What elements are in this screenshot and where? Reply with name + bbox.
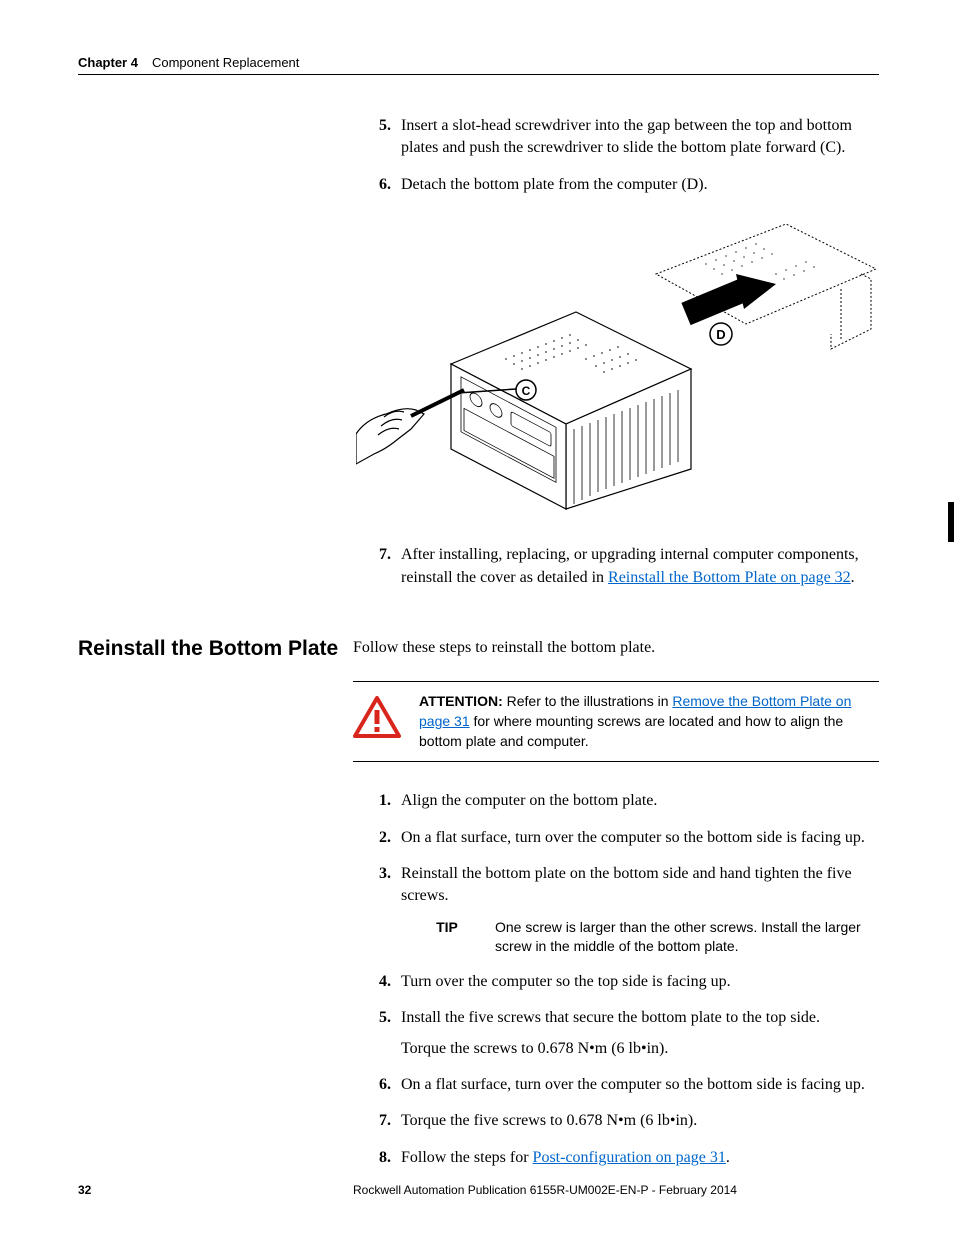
list-item: 7. After installing, replacing, or upgra… <box>353 544 879 589</box>
step-text-post: . <box>851 569 855 586</box>
list-item: 5. Insert a slot-head screwdriver into t… <box>353 115 879 160</box>
step-body: On a flat surface, turn over the compute… <box>401 827 879 849</box>
step-number: 1. <box>353 790 401 812</box>
list-item: 2. On a flat surface, turn over the comp… <box>353 827 879 849</box>
step-body: Turn over the computer so the top side i… <box>401 971 879 993</box>
list-item: 5. Install the five screws that secure t… <box>353 1007 879 1060</box>
computer-diagram-icon: D <box>356 214 876 514</box>
chapter-label: Chapter 4 <box>78 55 138 70</box>
tip-body: One screw is larger than the other screw… <box>475 918 879 957</box>
list-item: 1. Align the computer on the bottom plat… <box>353 790 879 812</box>
step-number: 3. <box>353 863 401 957</box>
attention-pre: Refer to the illustrations in <box>503 693 673 709</box>
page-footer: 32 Rockwell Automation Publication 6155R… <box>78 1183 879 1197</box>
page-number: 32 <box>78 1183 353 1197</box>
page-container: Chapter 4 Component Replacement 5. Inser… <box>0 0 954 1235</box>
intro-text: Follow these steps to reinstall the bott… <box>353 637 879 659</box>
list-item: 8. Follow the steps for Post-configurati… <box>353 1147 879 1169</box>
attention-box: ATTENTION: Refer to the illustrations in… <box>353 681 879 762</box>
list-item: 7. Torque the five screws to 0.678 N•m (… <box>353 1110 879 1132</box>
step-number: 4. <box>353 971 401 993</box>
link-reinstall-bottom-plate[interactable]: Reinstall the Bottom Plate on page 32 <box>608 569 851 586</box>
tip-label: TIP <box>419 918 475 957</box>
step-number: 8. <box>353 1147 401 1169</box>
list-item: 4. Turn over the computer so the top sid… <box>353 971 879 993</box>
step-text: Install the five screws that secure the … <box>401 1009 820 1026</box>
step-body: Torque the five screws to 0.678 N•m (6 l… <box>401 1110 879 1132</box>
top-step-list: 5. Insert a slot-head screwdriver into t… <box>353 115 879 589</box>
step-body: After installing, replacing, or upgradin… <box>401 544 879 589</box>
step-number: 5. <box>353 1007 401 1060</box>
warning-icon <box>353 692 401 751</box>
publication-info: Rockwell Automation Publication 6155R-UM… <box>353 1183 879 1197</box>
step-body: Insert a slot-head screwdriver into the … <box>401 115 879 160</box>
list-item: 6. On a flat surface, turn over the comp… <box>353 1074 879 1096</box>
step-body: On a flat surface, turn over the compute… <box>401 1074 879 1096</box>
step-number: 5. <box>353 115 401 160</box>
step-text-pre: Follow the steps for <box>401 1149 533 1166</box>
list-item: 3. Reinstall the bottom plate on the bot… <box>353 863 879 957</box>
step-body: Install the five screws that secure the … <box>401 1007 879 1060</box>
step-number: 6. <box>353 174 401 196</box>
step-body: Align the computer on the bottom plate. <box>401 790 879 812</box>
attention-text: ATTENTION: Refer to the illustrations in… <box>419 692 879 751</box>
side-marker <box>948 502 954 542</box>
page-header: Chapter 4 Component Replacement <box>78 55 879 75</box>
figure-illustration: D <box>353 214 879 514</box>
step-text-post: . <box>726 1149 730 1166</box>
link-post-configuration[interactable]: Post-configuration on page 31 <box>533 1149 726 1166</box>
step-text: Reinstall the bottom plate on the bottom… <box>401 865 852 904</box>
step-number: 7. <box>353 1110 401 1132</box>
step-body: Follow the steps for Post-configuration … <box>401 1147 879 1169</box>
reinstall-section: Reinstall the Bottom Plate Follow these … <box>78 637 879 1183</box>
label-d: D <box>716 327 725 342</box>
step-number: 7. <box>353 544 401 589</box>
list-item: 6. Detach the bottom plate from the comp… <box>353 174 879 196</box>
torque-text: Torque the screws to 0.678 N•m (6 lb•in)… <box>401 1038 879 1060</box>
step-number: 2. <box>353 827 401 849</box>
attention-post: for where mounting screws are located an… <box>419 713 843 749</box>
step-number: 6. <box>353 1074 401 1096</box>
section-content: Follow these steps to reinstall the bott… <box>353 637 879 1183</box>
step-body: Reinstall the bottom plate on the bottom… <box>401 863 879 957</box>
attention-label: ATTENTION: <box>419 693 503 709</box>
step-body: Detach the bottom plate from the compute… <box>401 174 879 196</box>
tip-row: TIP One screw is larger than the other s… <box>419 918 879 957</box>
section-label: Component Replacement <box>152 55 299 70</box>
section-title: Reinstall the Bottom Plate <box>78 637 353 1183</box>
label-c: C <box>522 384 531 398</box>
